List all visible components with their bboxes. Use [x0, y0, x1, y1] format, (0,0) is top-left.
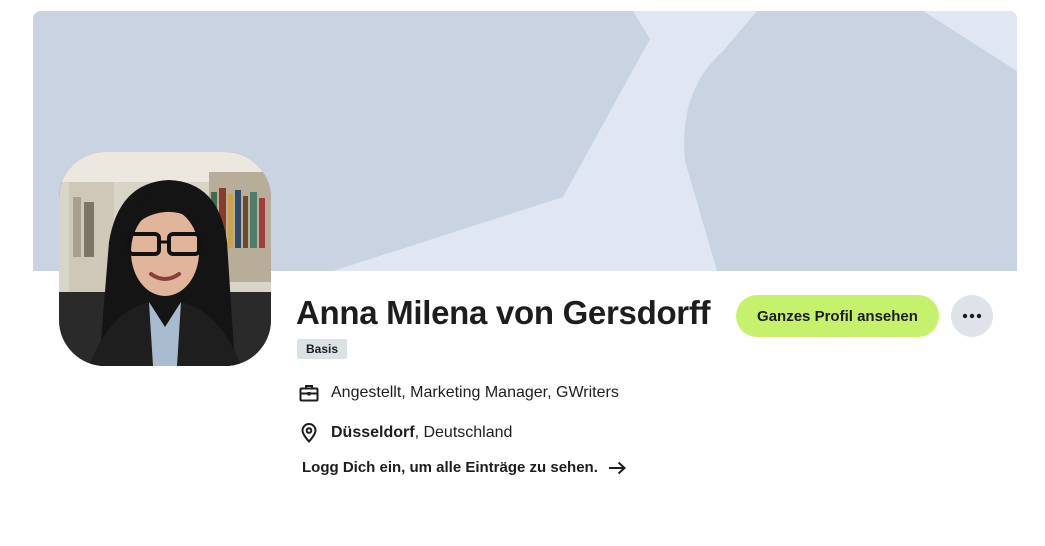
view-full-profile-button[interactable]: Ganzes Profil ansehen [736, 295, 939, 337]
more-dots-icon [962, 313, 982, 319]
location-city: Düsseldorf [331, 424, 415, 441]
profile-page: Anna Milena von Gersdorff Basis Angestel… [0, 0, 1045, 546]
job-row: Angestellt, Marketing Manager, GWriters [299, 383, 619, 403]
briefcase-icon [299, 383, 319, 403]
profile-photo [59, 152, 271, 366]
location-country: , Deutschland [414, 424, 513, 441]
arrow-right-icon [608, 461, 626, 475]
location-pin-icon [299, 423, 319, 443]
location-row: Düsseldorf, Deutschland [299, 423, 512, 443]
profile-name: Anna Milena von Gersdorff [296, 294, 711, 331]
login-link-label: Logg Dich ein, um alle Einträge zu sehen… [302, 459, 598, 476]
job-text: Angestellt, Marketing Manager, GWriters [331, 384, 619, 401]
profile-avatar[interactable] [59, 152, 271, 366]
login-link[interactable]: Logg Dich ein, um alle Einträge zu sehen… [302, 459, 626, 476]
membership-badge: Basis [297, 339, 348, 359]
more-options-button[interactable] [951, 295, 993, 337]
